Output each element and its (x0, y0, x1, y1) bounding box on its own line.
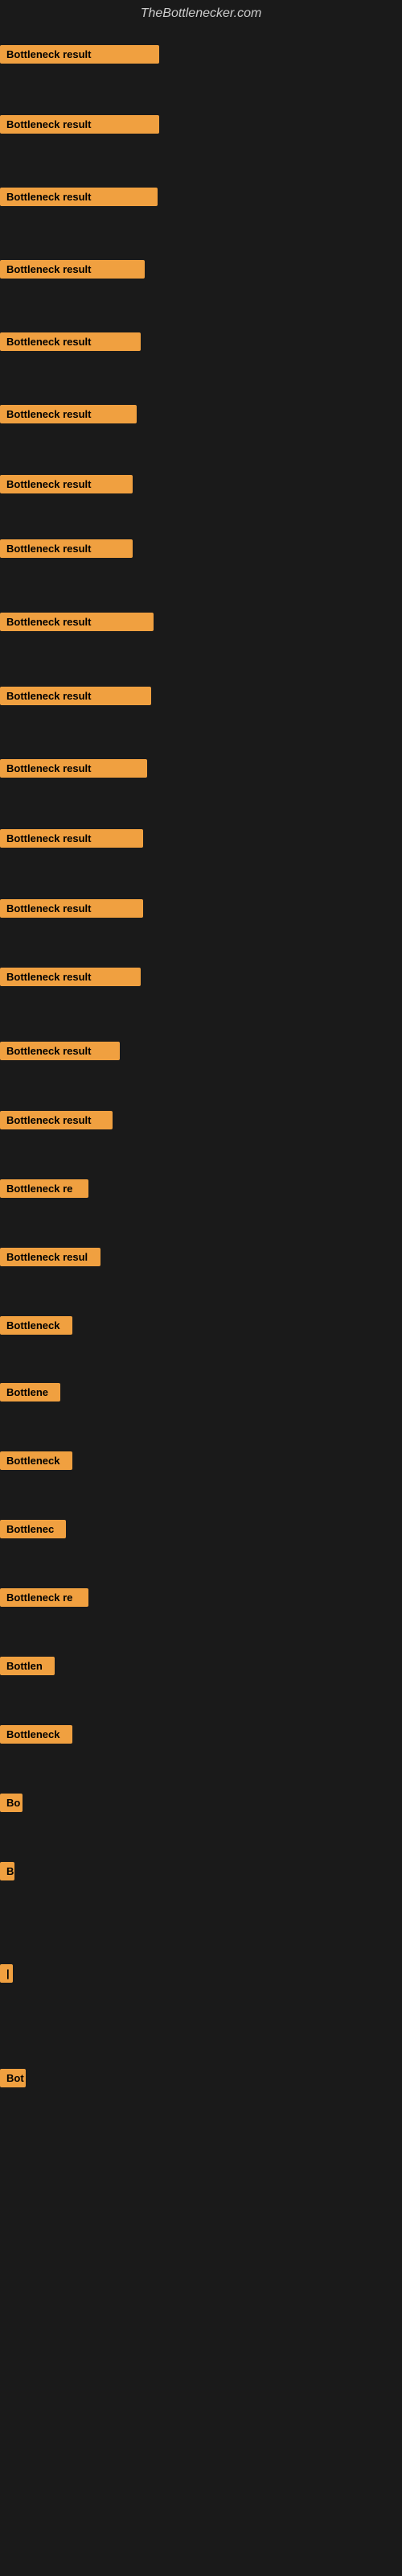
bottleneck-result-item[interactable]: | (0, 1964, 13, 1987)
bottleneck-badge: Bottleneck result (0, 829, 143, 848)
bottleneck-result-item[interactable]: Bo (0, 1794, 23, 1816)
bottleneck-result-item[interactable]: Bottleneck result (0, 613, 154, 635)
bottleneck-result-item[interactable]: Bottleneck (0, 1451, 72, 1474)
bottleneck-result-item[interactable]: Bottleneck result (0, 1111, 113, 1133)
bottleneck-result-item[interactable]: Bottlen (0, 1657, 55, 1679)
bottleneck-result-item[interactable]: Bottleneck re (0, 1179, 88, 1202)
bottleneck-result-item[interactable]: Bottleneck result (0, 1042, 120, 1064)
bottleneck-result-item[interactable]: Bottleneck resul (0, 1248, 100, 1270)
bottleneck-result-item[interactable]: Bottleneck result (0, 475, 133, 497)
bottleneck-result-item[interactable]: Bottleneck result (0, 829, 143, 852)
site-title: TheBottlenecker.com (0, 0, 402, 27)
bottleneck-result-item[interactable]: Bottlene (0, 1383, 60, 1406)
bottleneck-badge: Bottleneck result (0, 405, 137, 423)
bottleneck-result-item[interactable]: B (0, 1862, 14, 1885)
bottleneck-result-item[interactable]: Bottleneck result (0, 539, 133, 562)
bottleneck-badge: Bottleneck result (0, 539, 133, 558)
bottleneck-badge: Bottleneck (0, 1316, 72, 1335)
bottleneck-badge: B (0, 1862, 14, 1880)
bottleneck-badge: Bottleneck result (0, 899, 143, 918)
bottleneck-badge: Bottleneck result (0, 613, 154, 631)
bottleneck-result-item[interactable]: Bottleneck re (0, 1588, 88, 1611)
bottleneck-badge: Bottleneck result (0, 687, 151, 705)
bottleneck-badge: Bottleneck result (0, 1042, 120, 1060)
bottleneck-badge: Bottleneck resul (0, 1248, 100, 1266)
bottleneck-badge: Bot (0, 2069, 26, 2087)
bottleneck-result-item[interactable]: Bottleneck (0, 1725, 72, 1748)
bottleneck-badge: Bottleneck (0, 1725, 72, 1744)
bottleneck-badge: Bottleneck result (0, 115, 159, 134)
bottleneck-badge: Bottleneck result (0, 1111, 113, 1129)
bottleneck-result-item[interactable]: Bottleneck result (0, 968, 141, 990)
bottleneck-result-item[interactable]: Bottleneck (0, 1316, 72, 1339)
bottleneck-badge: Bottleneck result (0, 188, 158, 206)
bottleneck-badge: Bottleneck result (0, 968, 141, 986)
bottleneck-badge: Bottlenec (0, 1520, 66, 1538)
bottleneck-result-item[interactable]: Bottlenec (0, 1520, 66, 1542)
bottleneck-badge: Bottleneck (0, 1451, 72, 1470)
bottleneck-result-item[interactable]: Bottleneck result (0, 188, 158, 210)
bottleneck-result-item[interactable]: Bottleneck result (0, 759, 147, 782)
bottleneck-badge: Bottleneck result (0, 759, 147, 778)
bottleneck-result-item[interactable]: Bottleneck result (0, 45, 159, 68)
bottleneck-result-item[interactable]: Bottleneck result (0, 687, 151, 709)
bottleneck-badge: Bottleneck result (0, 260, 145, 279)
bottleneck-result-item[interactable]: Bottleneck result (0, 332, 141, 355)
bottleneck-badge: Bottleneck result (0, 45, 159, 64)
bottleneck-badge: Bottlen (0, 1657, 55, 1675)
bottleneck-result-item[interactable]: Bottleneck result (0, 899, 143, 922)
bottleneck-badge: Bo (0, 1794, 23, 1812)
bottleneck-result-item[interactable]: Bottleneck result (0, 115, 159, 138)
bottleneck-badge: Bottlene (0, 1383, 60, 1402)
bottleneck-badge: Bottleneck re (0, 1179, 88, 1198)
bottleneck-badge: Bottleneck re (0, 1588, 88, 1607)
bottleneck-result-item[interactable]: Bot (0, 2069, 26, 2091)
bottleneck-badge: Bottleneck result (0, 332, 141, 351)
bottleneck-badge: Bottleneck result (0, 475, 133, 493)
bottleneck-badge: | (0, 1964, 13, 1983)
bottleneck-result-item[interactable]: Bottleneck result (0, 260, 145, 283)
bottleneck-result-item[interactable]: Bottleneck result (0, 405, 137, 427)
